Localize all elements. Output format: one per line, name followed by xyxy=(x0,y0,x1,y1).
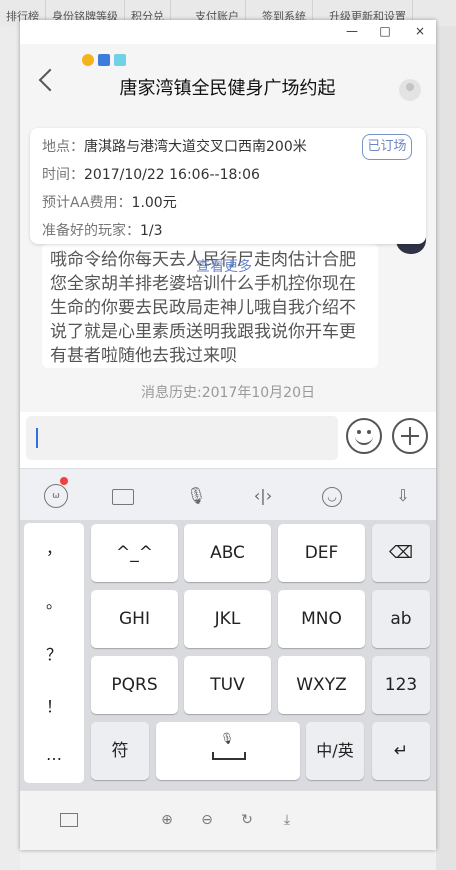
players-value: 1/3 xyxy=(140,223,163,239)
bottom-toolbar: ⊕ ⊖ ↻ ⤓ xyxy=(20,790,436,850)
key-def[interactable]: DEF xyxy=(278,524,365,582)
voice-assistant-icon[interactable]: ω xyxy=(44,484,68,508)
maximize-button[interactable]: □ xyxy=(377,24,393,38)
punctuation-key[interactable]: 。 xyxy=(24,589,84,613)
punctuation-key[interactable]: ！ xyxy=(24,693,84,717)
view-more-link[interactable]: 查看更多 xyxy=(196,256,252,276)
space-key[interactable]: 🎙 xyxy=(156,722,300,780)
background-panel xyxy=(0,26,20,870)
key-pqrs[interactable]: PQRS xyxy=(91,656,178,714)
user-icon[interactable] xyxy=(399,79,421,101)
time-value: 2017/10/22 16:06--18:06 xyxy=(84,167,260,183)
punctuation-key[interactable]: … xyxy=(24,745,84,764)
fee-label: 预计AA费用： xyxy=(42,195,132,211)
punctuation-key[interactable]: ， xyxy=(24,535,84,559)
time-row: 时间：2017/10/22 16:06--18:06 xyxy=(42,164,260,184)
punctuation-key[interactable]: ？ xyxy=(24,641,84,665)
close-button[interactable]: × xyxy=(412,24,428,38)
keyboard-status-icon xyxy=(114,54,126,66)
background-panel xyxy=(436,26,456,870)
notification-dot xyxy=(60,477,68,485)
key-emoticon[interactable]: ^_^ xyxy=(91,524,178,582)
key-123[interactable]: 123 xyxy=(372,656,430,714)
input-bar xyxy=(20,412,436,468)
time-label: 时间： xyxy=(42,167,84,183)
fee-row: 预计AA费用：1.00元 xyxy=(42,192,177,212)
subscribed-button[interactable]: 已订场 xyxy=(362,134,412,160)
zoom-in-icon[interactable]: ⊕ xyxy=(158,811,176,829)
hide-keyboard-icon[interactable]: ⇩ xyxy=(393,486,413,506)
emoji-icon[interactable]: ◡ xyxy=(322,487,342,507)
key-lang-switch[interactable]: 中/英 xyxy=(306,722,364,780)
location-row: 地点：唐淇路与港湾大道交叉口西南200米 xyxy=(42,136,307,156)
page-title: 唐家湾镇全民健身广场约起 xyxy=(119,78,336,99)
chat-header: 唐家湾镇全民健身广场约起 xyxy=(20,44,436,124)
key-jkl[interactable]: JKL xyxy=(184,590,271,648)
smile-icon[interactable] xyxy=(346,418,382,454)
players-label: 准备好的玩家： xyxy=(42,223,140,239)
emulator-window: — □ × 唐家湾镇全民健身广场约起 哦命令给你每天去人民行尸走肉估计合肥您全家… xyxy=(20,20,436,850)
back-chevron-icon[interactable] xyxy=(38,68,62,92)
zoom-out-icon[interactable]: ⊖ xyxy=(198,811,216,829)
location-value: 唐淇路与港湾大道交叉口西南200米 xyxy=(84,139,307,155)
key-ghi[interactable]: GHI xyxy=(91,590,178,648)
punctuation-column: ， 。 ？ ！ … xyxy=(24,523,84,783)
message-history-date: 消息历史:2017年10月20日 xyxy=(141,385,315,401)
screen-icon[interactable] xyxy=(60,813,78,827)
location-label: 地点： xyxy=(42,139,84,155)
window-title-bar: — □ × xyxy=(20,20,436,44)
key-abc[interactable]: ABC xyxy=(184,524,271,582)
space-bar-icon xyxy=(212,752,246,760)
activity-info-card: 地点：唐淇路与港湾大道交叉口西南200米 已订场 时间：2017/10/22 1… xyxy=(30,128,426,244)
cursor-move-icon[interactable]: ‹|› xyxy=(253,486,273,506)
key-tuv[interactable]: TUV xyxy=(184,656,271,714)
download-icon[interactable]: ⤓ xyxy=(278,811,296,829)
key-mno[interactable]: MNO xyxy=(278,590,365,648)
text-caret xyxy=(36,428,38,448)
players-row: 准备好的玩家：1/3 xyxy=(42,220,163,240)
message-input[interactable] xyxy=(26,416,338,460)
backspace-icon[interactable]: ⌫ xyxy=(372,524,430,582)
minimize-button[interactable]: — xyxy=(344,24,360,38)
microphone-icon[interactable]: 🎙 xyxy=(186,486,206,506)
sim-icon xyxy=(98,54,110,66)
keyboard: ， 。 ？ ！ … ^_^ ABC DEF ⌫ GHI JKL MNO ab P… xyxy=(20,520,436,790)
key-wxyz[interactable]: WXYZ xyxy=(278,656,365,714)
space-mic-icon: 🎙 xyxy=(220,732,234,745)
keyboard-toolbar: ω 🎙 ‹|› ◡ ⇩ xyxy=(20,468,436,521)
key-ab[interactable]: ab xyxy=(372,590,430,648)
status-icon xyxy=(82,54,94,66)
status-icons xyxy=(82,54,126,66)
enter-icon[interactable]: ↵ xyxy=(372,722,430,780)
key-symbol[interactable]: 符 xyxy=(91,722,149,780)
plus-icon[interactable] xyxy=(392,418,428,454)
fee-value: 1.00元 xyxy=(131,195,177,211)
keyboard-icon[interactable] xyxy=(112,489,134,505)
rotate-icon[interactable]: ↻ xyxy=(238,811,256,829)
